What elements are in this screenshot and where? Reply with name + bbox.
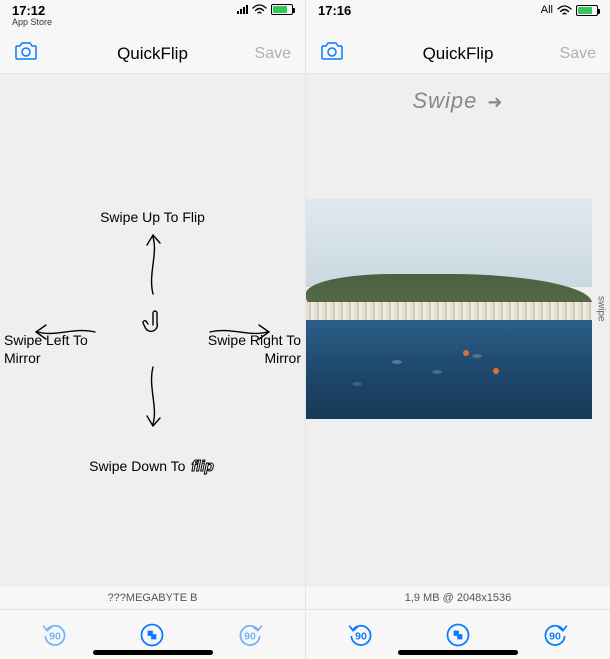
share-button[interactable] — [128, 617, 176, 653]
nav-bar: QuickFlip Save — [306, 34, 610, 74]
screen-instructions: 17:12 App Store QuickFlip Save Swipe Up … — [0, 0, 305, 659]
share-button[interactable] — [434, 617, 482, 653]
swipe-hint-label: Swipe — [412, 88, 477, 113]
loaded-photo[interactable] — [306, 199, 592, 419]
finger-icon — [139, 309, 167, 343]
canvas-area[interactable]: Swipe ➜ ↑ swipe ↓ — [306, 74, 610, 587]
share-icon — [138, 621, 166, 649]
rotate-ccw-button[interactable]: 90 — [337, 617, 385, 653]
arrow-right-icon — [205, 319, 275, 345]
rotate-ccw-button[interactable]: 90 — [31, 617, 79, 653]
save-button[interactable]: Save — [255, 45, 291, 63]
save-button[interactable]: Save — [560, 45, 596, 63]
hint-down-flip: flip — [189, 458, 216, 477]
camera-icon — [14, 41, 38, 61]
swipe-side-label: swipe — [596, 296, 607, 322]
arrow-up-icon — [138, 229, 168, 299]
canvas-area[interactable]: Swipe Up To Flip Swipe Left To Mirror Sw… — [0, 74, 305, 587]
rotate-ccw-icon: 90 — [347, 621, 375, 649]
rotate-cw-button[interactable]: 90 — [226, 617, 274, 653]
camera-button[interactable] — [320, 41, 344, 66]
camera-icon — [320, 41, 344, 61]
hint-swipe-down: Swipe Down To flip — [0, 458, 305, 477]
image-info: 1,9 MB @ 2048x1536 — [306, 587, 610, 609]
wifi-icon — [557, 5, 572, 16]
home-indicator[interactable] — [93, 650, 213, 655]
home-indicator[interactable] — [398, 650, 518, 655]
rotate-cw-button[interactable]: 90 — [531, 617, 579, 653]
battery-icon — [271, 4, 293, 15]
rotate-ccw-icon: 90 — [41, 621, 69, 649]
status-time: 17:12 — [12, 4, 52, 17]
camera-button[interactable] — [14, 41, 38, 66]
status-bar: 17:12 App Store — [0, 0, 305, 34]
screen-photo: 17:16 All QuickFlip Save Swipe➜ ↑ — [305, 0, 610, 659]
arrow-down-icon — [138, 362, 168, 432]
status-carrier: All — [541, 4, 553, 16]
cell-signal-icon — [237, 5, 248, 14]
rotate-cw-icon: 90 — [236, 621, 264, 649]
image-info: ???MEGABYTE B — [0, 587, 305, 609]
svg-text:90: 90 — [549, 630, 561, 642]
rotate-cw-icon: 90 — [541, 621, 569, 649]
nav-bar: QuickFlip Save — [0, 34, 305, 74]
battery-icon — [576, 5, 598, 16]
hint-swipe-up: Swipe Up To Flip — [0, 209, 305, 227]
status-time: 17:16 — [318, 4, 351, 17]
wifi-icon — [252, 4, 267, 15]
svg-text:90: 90 — [355, 630, 367, 642]
arrow-left-icon — [30, 319, 100, 345]
swipe-hint-top: Swipe ➜ — [306, 88, 610, 114]
svg-text:90: 90 — [244, 630, 256, 642]
hint-down-prefix: Swipe Down To — [89, 458, 189, 474]
swipe-hint-side: ↑ swipe ↓ — [592, 199, 610, 419]
status-back-app[interactable]: App Store — [12, 18, 52, 27]
svg-text:90: 90 — [49, 630, 61, 642]
arrow-right-icon: ➜ — [487, 92, 503, 112]
status-bar: 17:16 All — [306, 0, 610, 34]
share-icon — [444, 621, 472, 649]
